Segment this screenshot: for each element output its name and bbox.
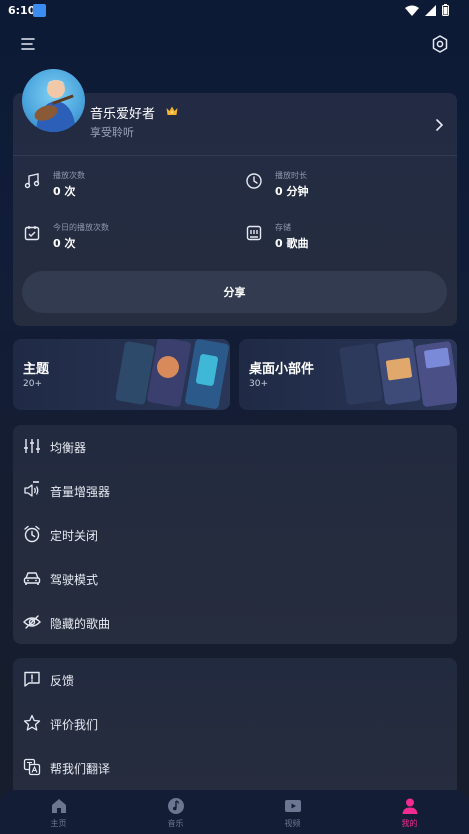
stat-label: 存储 [275,223,291,232]
tools-menu: 均衡器 音量增强器 定时关闭 驾驶模式 隐藏的歌曲 [13,425,457,644]
menu-item-feedback[interactable]: 反馈 [13,658,457,702]
status-time: 6:10 [8,4,36,17]
menu-label: 均衡器 [50,441,87,455]
menu-label: 评价我们 [50,718,99,732]
menu-icon [21,38,35,50]
nav-label: 音乐 [167,819,184,828]
stat-label: 播放次数 [53,171,85,180]
stat-value: 0 次 [53,185,76,198]
user-subtitle: 享受聆听 [90,126,134,139]
menu-item-sleep-timer[interactable]: 定时关闭 [13,513,457,557]
menu-label: 定时关闭 [50,529,99,543]
widgets-card[interactable]: 桌面小部件 30+ [239,339,457,410]
menu-item-hidden-songs[interactable]: 隐藏的歌曲 [13,601,457,645]
menu-item-volume-booster[interactable]: 音量增强器 [13,469,457,513]
bottom-nav: 主页 音乐 视频 我的 [0,790,469,834]
clock-icon [246,173,262,189]
calendar-check-icon [24,226,40,241]
volume-booster-icon [24,481,39,497]
menu-label: 隐藏的歌曲 [50,617,111,631]
storage-icon [246,225,262,241]
nav-label: 视频 [284,819,301,828]
stat-value: 0 分钟 [275,185,309,198]
status-icons [405,4,449,16]
menu-label: 音量增强器 [50,485,111,499]
signal-icon [425,4,436,16]
widgets-preview-art [339,339,457,407]
alarm-icon [24,525,40,543]
themes-preview-art [115,339,229,409]
share-button[interactable]: 分享 [22,271,447,313]
stat-label: 播放时长 [275,171,307,180]
menu-item-equalizer[interactable]: 均衡器 [13,425,457,469]
battery-icon [442,4,449,16]
stat-value: 0 次 [53,237,76,250]
nav-label: 主页 [50,819,67,828]
wifi-icon [405,5,419,16]
translate-icon [23,758,41,776]
stat-label: 今日的播放次数 [53,223,109,232]
widgets-count: 30+ [249,379,268,389]
nav-tab-me[interactable]: 我的 [351,790,468,834]
menu-item-rate-us[interactable]: 评价我们 [13,702,457,746]
themes-count: 20+ [23,379,42,389]
menu-item-translate[interactable]: 帮我们翻译 [13,746,457,790]
card-divider [13,155,457,156]
music-note-icon [24,173,40,189]
star-icon [23,714,41,731]
video-icon [284,800,301,812]
menu-button[interactable] [20,35,38,53]
status-bar: 6:10 [0,0,469,22]
avatar[interactable] [22,69,85,132]
nav-tab-music[interactable]: 音乐 [117,790,234,834]
menu-label: 驾驶模式 [50,573,99,587]
support-menu: 反馈 评价我们 帮我们翻译 [13,658,457,798]
music-disc-icon [167,798,184,814]
nav-tab-home[interactable]: 主页 [0,790,117,834]
user-name: 音乐爱好者 [90,107,156,122]
nav-tab-video[interactable]: 视频 [234,790,351,834]
feedback-icon [24,671,40,687]
menu-label: 帮我们翻译 [50,762,111,776]
stat-value: 0 歌曲 [275,237,309,250]
crown-icon [166,106,178,115]
equalizer-icon [24,439,40,453]
settings-button[interactable] [430,34,450,54]
gear-icon [432,35,448,53]
chevron-right-icon[interactable] [432,118,446,132]
notification-app-icon [33,4,46,17]
person-icon [402,798,417,814]
nav-label: 我的 [401,819,418,828]
menu-item-driving-mode[interactable]: 驾驶模式 [13,557,457,601]
themes-card[interactable]: 主题 20+ [13,339,230,410]
widgets-title: 桌面小部件 [249,362,315,377]
hidden-eye-icon [23,615,41,629]
themes-title: 主题 [23,362,50,377]
car-icon [23,572,41,585]
home-icon [51,799,66,813]
menu-label: 反馈 [50,674,75,688]
